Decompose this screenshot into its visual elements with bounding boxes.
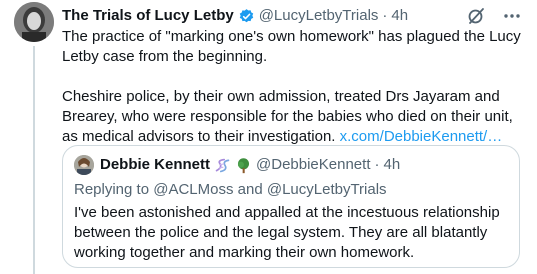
- author-handle[interactable]: @LucyLetbyTrials: [259, 6, 379, 26]
- tweet-header: The Trials of Lucy Letby @LucyLetbyTrial…: [62, 6, 532, 26]
- separator-dot: ·: [382, 7, 388, 24]
- thread-line: [33, 46, 35, 274]
- tweet-paragraph: The practice of "marking one's own homew…: [62, 28, 521, 65]
- more-icon[interactable]: [502, 6, 522, 26]
- verified-badge-icon: [238, 8, 255, 25]
- reply-user-link[interactable]: @LucyLetbyTrials: [267, 181, 387, 198]
- dna-icon: [214, 157, 231, 174]
- author-name[interactable]: The Trials of Lucy Letby: [62, 6, 234, 26]
- quote-body: I've been astonished and appalled at the…: [74, 204, 500, 261]
- tweet-body: The practice of "marking one's own homew…: [62, 27, 532, 147]
- replying-to-label: Replying to: [74, 181, 150, 198]
- quote-author-handle[interactable]: @DebbieKennett: [256, 155, 370, 175]
- quote-author-name[interactable]: Debbie Kennett: [100, 155, 210, 175]
- tweet-link[interactable]: x.com/DebbieKennett/…: [340, 128, 503, 145]
- quote-tweet-card[interactable]: Debbie Kennett @DebbieKennett · 4h Reply…: [62, 145, 520, 268]
- reply-joiner: and: [237, 181, 263, 198]
- reply-user-link[interactable]: @ACLMoss: [153, 181, 233, 198]
- tweet-paragraph-with-link: Cheshire police, by their own admission,…: [62, 87, 532, 147]
- tree-icon: [235, 157, 252, 174]
- quote-timestamp[interactable]: 4h: [384, 155, 401, 175]
- quote-separator-dot: ·: [374, 156, 380, 173]
- replying-to-line: Replying to @ACLMoss and @LucyLetbyTrial…: [74, 180, 387, 200]
- quote-avatar: [74, 155, 94, 175]
- avatar[interactable]: [14, 2, 54, 42]
- quote-header: Debbie Kennett @DebbieKennett · 4h: [74, 155, 400, 175]
- timestamp[interactable]: 4h: [391, 6, 408, 26]
- grok-icon[interactable]: [466, 6, 486, 26]
